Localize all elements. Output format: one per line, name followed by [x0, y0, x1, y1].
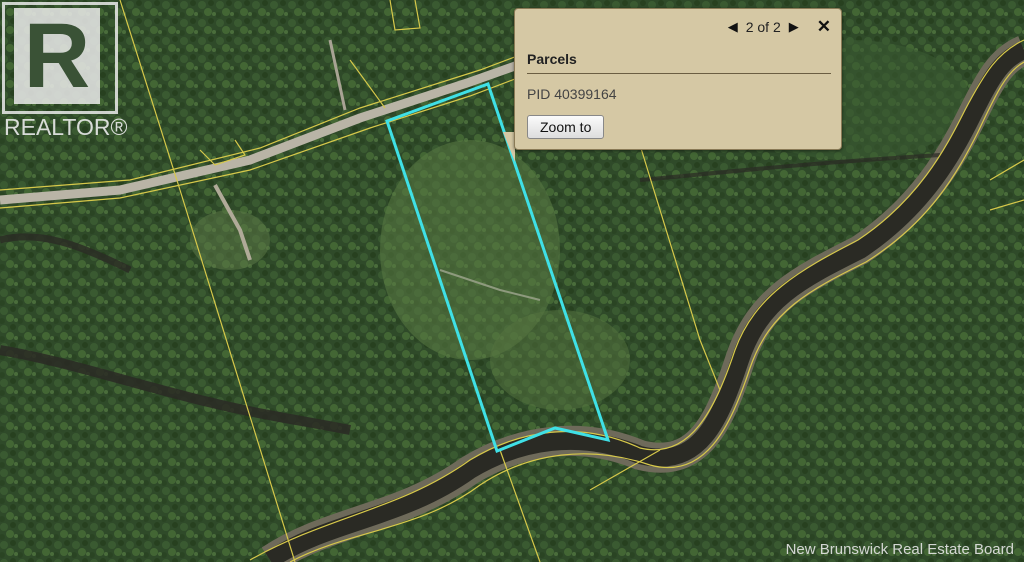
next-arrow-icon[interactable]: ▶ — [789, 19, 799, 35]
pid-row: PID 40399164 — [527, 86, 617, 102]
realtor-logo: R REALTOR® — [0, 0, 127, 142]
watermark: New Brunswick Real Estate Board — [785, 541, 1014, 558]
logo-r-mark: R — [14, 8, 100, 104]
clearing — [490, 310, 630, 410]
parcel-info-popup: ◀ 2 of 2 ▶ ✕ Parcels PID 40399164 Zoom t… — [514, 8, 842, 150]
popup-title: Parcels — [527, 51, 577, 67]
map-canvas — [0, 0, 1024, 562]
pid-value: 40399164 — [554, 86, 617, 102]
logo-text: REALTOR® — [4, 114, 128, 140]
previous-arrow-icon[interactable]: ◀ — [728, 19, 738, 35]
close-icon[interactable]: ✕ — [817, 17, 831, 37]
popup-counter: 2 of 2 — [745, 19, 781, 35]
popup-nav: ◀ 2 of 2 ▶ ✕ — [728, 17, 831, 37]
satellite-map[interactable]: R REALTOR® ◀ 2 of 2 ▶ ✕ Parcels PID 4039… — [0, 0, 1024, 562]
zoom-to-button[interactable]: Zoom to — [527, 115, 605, 139]
popup-divider — [527, 73, 831, 74]
pid-label: PID — [527, 86, 551, 102]
